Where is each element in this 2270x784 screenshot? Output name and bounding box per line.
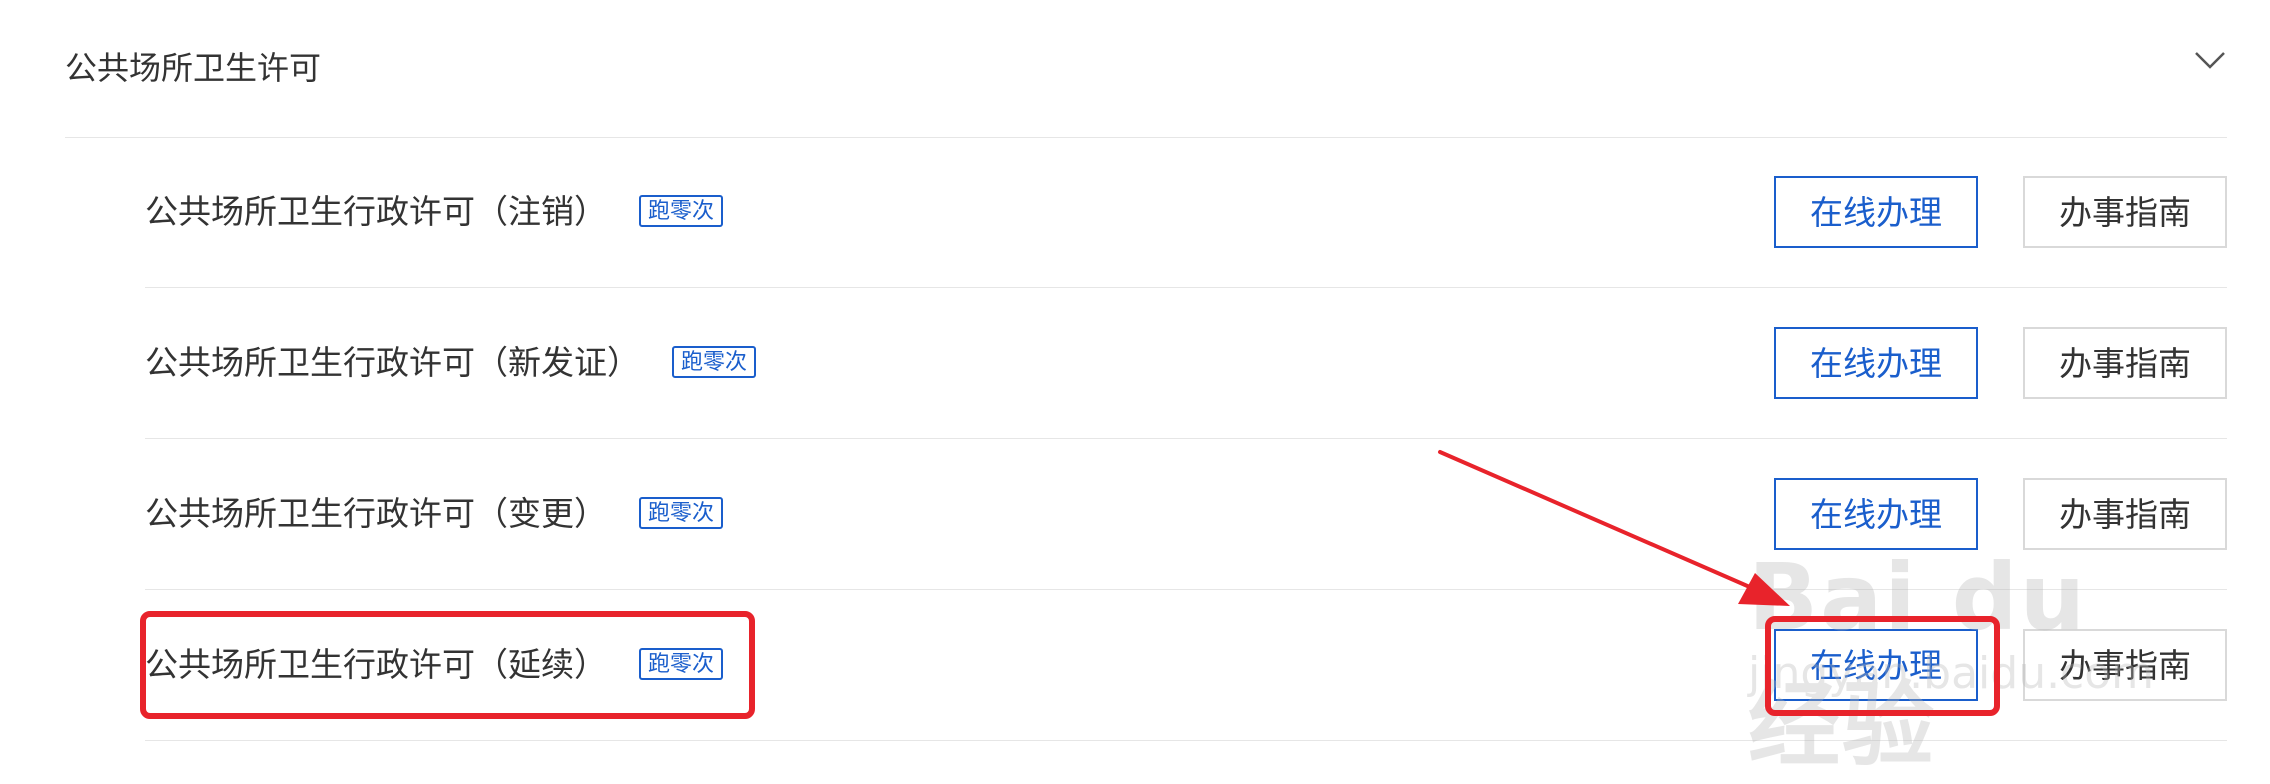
- list-item: 公共场所卫生行政许可（注销） 跑零次 在线办理 办事指南: [145, 137, 2227, 288]
- item-title: 公共场所卫生行政许可（新发证）: [145, 343, 640, 382]
- guide-button[interactable]: 办事指南: [2023, 176, 2227, 248]
- online-apply-button[interactable]: 在线办理: [1774, 629, 1978, 701]
- section-title: 公共场所卫生许可: [65, 49, 322, 87]
- item-title: 公共场所卫生行政许可（延续）: [145, 645, 607, 684]
- online-apply-button[interactable]: 在线办理: [1774, 327, 1978, 399]
- online-apply-button[interactable]: 在线办理: [1774, 176, 1978, 248]
- list-item: 公共场所卫生行政许可（变更） 跑零次 在线办理 办事指南: [145, 439, 2227, 590]
- guide-button[interactable]: 办事指南: [2023, 478, 2227, 550]
- chevron-down-icon[interactable]: [2193, 48, 2227, 72]
- section-header[interactable]: 公共场所卫生许可: [65, 0, 2227, 138]
- list-item: 公共场所卫生行政许可（新发证） 跑零次 在线办理 办事指南: [145, 288, 2227, 439]
- online-apply-button[interactable]: 在线办理: [1774, 478, 1978, 550]
- item-title: 公共场所卫生行政许可（变更）: [145, 494, 607, 533]
- guide-button[interactable]: 办事指南: [2023, 327, 2227, 399]
- status-badge: 跑零次: [639, 647, 724, 680]
- status-badge: 跑零次: [639, 194, 724, 227]
- status-badge: 跑零次: [672, 345, 757, 378]
- status-badge: 跑零次: [639, 496, 724, 529]
- item-title: 公共场所卫生行政许可（注销）: [145, 192, 607, 231]
- list-item: 公共场所卫生行政许可（延续） 跑零次 在线办理 办事指南: [145, 590, 2227, 741]
- guide-button[interactable]: 办事指南: [2023, 629, 2227, 701]
